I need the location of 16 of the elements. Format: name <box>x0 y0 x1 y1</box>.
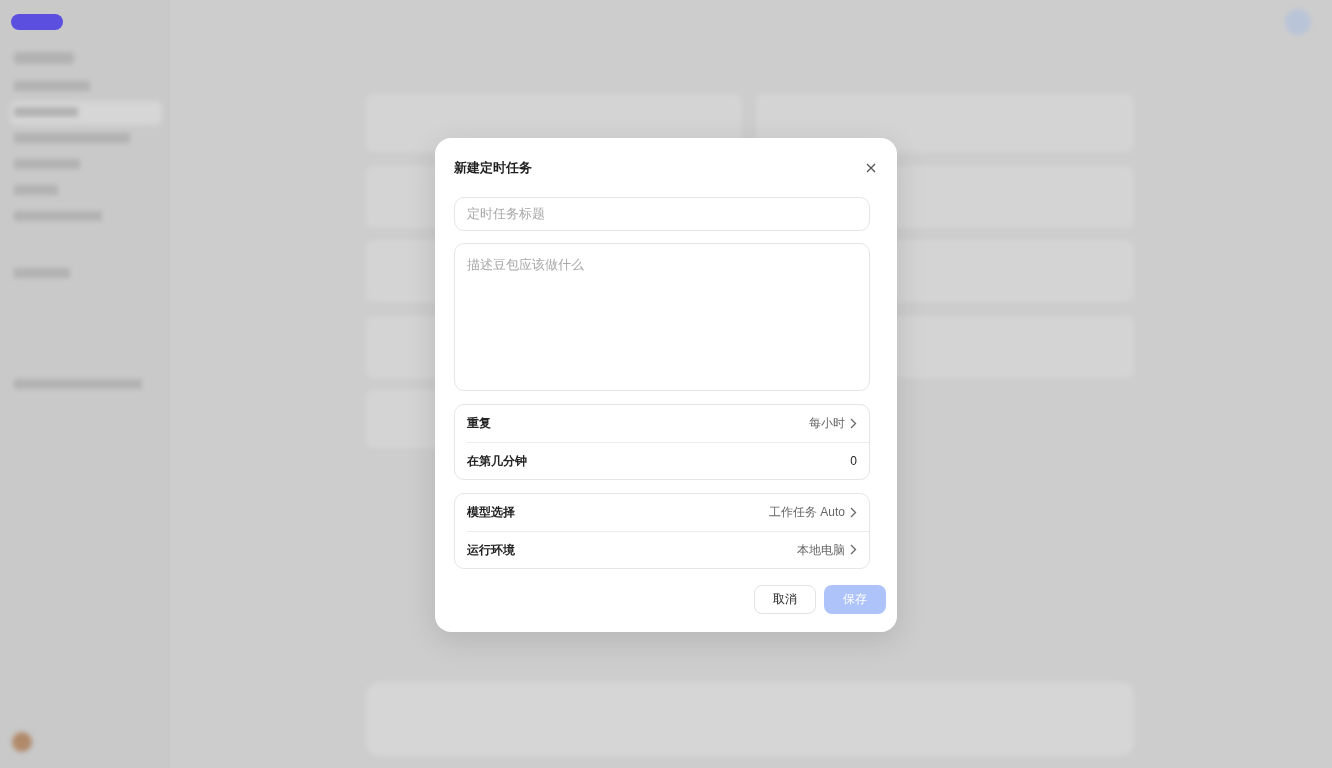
chevron-right-icon <box>850 417 857 429</box>
setting-label: 重复 <box>467 415 491 433</box>
cancel-button[interactable]: 取消 <box>754 584 816 614</box>
close-button[interactable] <box>864 161 878 175</box>
chevron-right-icon <box>850 544 857 556</box>
setting-select[interactable]: 每小时 <box>809 414 857 433</box>
title-input[interactable]: 定时任务标题 <box>454 196 870 231</box>
setting-select[interactable]: 本地电脑 <box>797 540 857 559</box>
description-input[interactable]: 描述豆包应该做什么 <box>454 242 870 391</box>
dialog-title: 新建定时任务 <box>454 159 532 178</box>
setting-select[interactable]: 工作任务 Auto <box>768 503 857 522</box>
setting-label: 运行环境 <box>467 541 515 559</box>
setting-label: 模型选择 <box>467 504 515 522</box>
chevron-right-icon <box>850 506 857 518</box>
setting-label: 在第几分钟 <box>467 452 527 470</box>
minute-value[interactable]: 0 <box>850 451 857 470</box>
